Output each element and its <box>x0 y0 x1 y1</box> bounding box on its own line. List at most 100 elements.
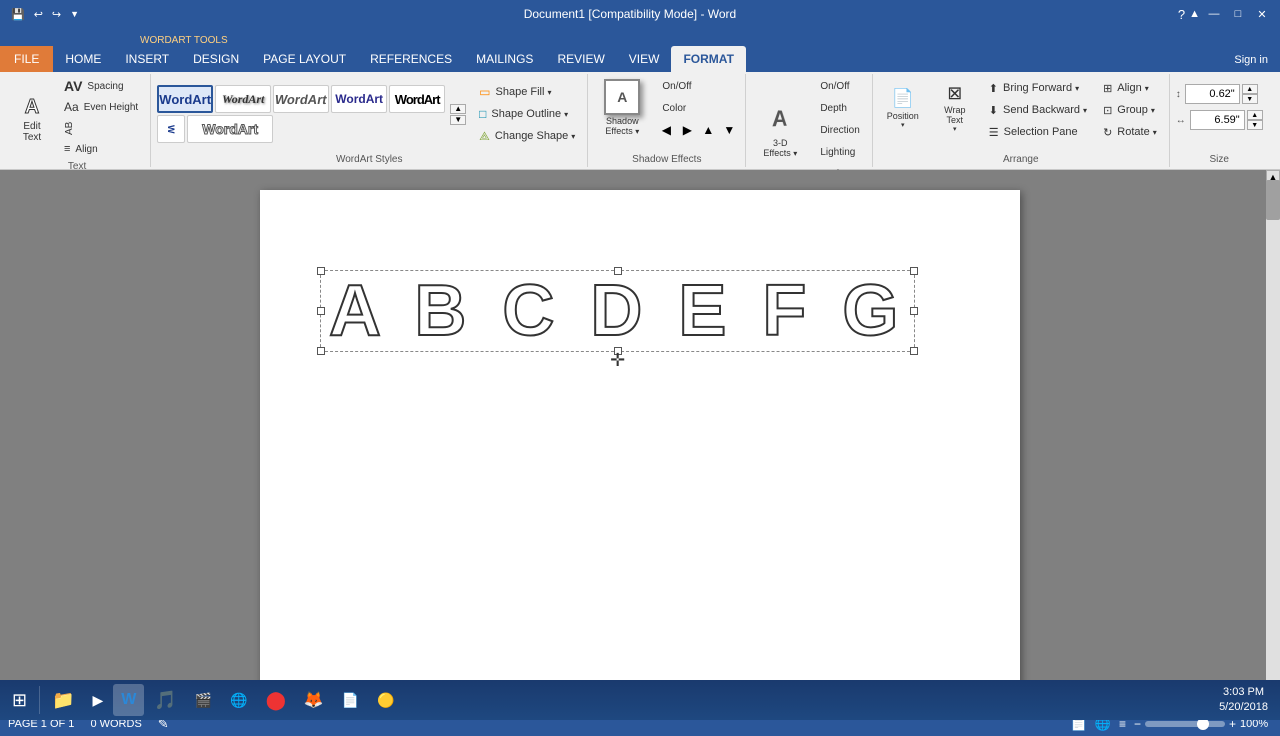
tab-design[interactable]: DESIGN <box>181 46 251 72</box>
3d-direction-button[interactable]: Direction <box>814 120 865 140</box>
wordart-scroll[interactable]: ▲ ▼ <box>450 104 466 125</box>
width-down[interactable]: ▼ <box>1247 120 1263 130</box>
save-icon[interactable]: 💾 <box>8 7 28 22</box>
maximize-button[interactable]: □ <box>1228 6 1248 22</box>
close-button[interactable]: ✕ <box>1252 6 1272 22</box>
help-icon[interactable]: ? <box>1178 7 1185 22</box>
tab-page-layout[interactable]: PAGE LAYOUT <box>251 46 358 72</box>
tab-references[interactable]: REFERENCES <box>358 46 464 72</box>
wordart-style-5[interactable]: WordArt <box>389 85 445 113</box>
wordart-style-2[interactable]: WordArt <box>215 85 271 113</box>
taskbar-video[interactable]: 🎬 <box>187 684 220 716</box>
wordart-style-3[interactable]: WordArt <box>273 85 329 113</box>
taskbar-word[interactable]: W <box>113 684 144 716</box>
wordart-container[interactable]: A B C D E F G ✛ <box>320 270 915 352</box>
height-input[interactable] <box>1185 84 1240 104</box>
redo-icon[interactable]: ↪ <box>49 7 64 22</box>
change-shape-button[interactable]: ⟁ Change Shape ▾ <box>473 126 581 146</box>
shadow-color-button[interactable]: Color <box>656 98 739 118</box>
wordart-style-4[interactable]: WordArt <box>331 85 387 113</box>
minimize-button[interactable]: — <box>1204 6 1224 22</box>
taskbar: ⊞ 📁 ▶ W 🎵 🎬 🌐 ⬤ 🦊 📄 🟡 3:03 PM 5/20/2018 <box>0 680 1280 720</box>
handle-mr[interactable] <box>910 307 918 315</box>
tab-view[interactable]: VIEW <box>617 46 672 72</box>
taskbar-unknown-1[interactable]: 🎵 <box>146 684 184 716</box>
shadow-nudge-down[interactable]: ▼ <box>719 120 739 140</box>
tab-format[interactable]: FORMAT <box>671 46 745 72</box>
taskbar-media-player[interactable]: ▶ <box>85 684 112 716</box>
scroll-thumb[interactable] <box>1266 180 1280 220</box>
width-spinner[interactable]: ▲ ▼ <box>1247 110 1263 130</box>
handle-ml[interactable] <box>317 307 325 315</box>
handle-tl[interactable] <box>317 267 325 275</box>
undo-icon[interactable]: ↩ <box>31 7 46 22</box>
height-spinner[interactable]: ▲ ▼ <box>1242 84 1258 104</box>
wordart-styles-label: WordArt Styles <box>336 152 403 165</box>
handle-br[interactable] <box>910 347 918 355</box>
size-label: Size <box>1209 152 1228 165</box>
customize-icon[interactable]: ▼ <box>67 8 82 20</box>
threed-effects-button[interactable]: A 3-DEffects ▾ <box>752 98 808 162</box>
taskbar-unknown-3[interactable]: 🟡 <box>369 684 402 716</box>
3d-depth-button[interactable]: Depth <box>814 98 865 118</box>
vertical-scrollbar[interactable]: ▲ ▼ <box>1266 170 1280 712</box>
handle-tr[interactable] <box>910 267 918 275</box>
align-button[interactable]: ⊞ Align ▾ <box>1097 78 1163 98</box>
3d-on-off-button[interactable]: On/Off <box>814 76 865 96</box>
shadow-on-off-button[interactable]: On/Off <box>656 76 739 96</box>
ribbon-group-wordart-styles: WordArt WordArt WordArt WordArt WordArt <box>151 74 588 167</box>
wrap-text-button[interactable]: ⊠ WrapText ▾ <box>931 76 979 140</box>
scroll-up-btn[interactable]: ▲ <box>450 104 466 114</box>
width-up[interactable]: ▲ <box>1247 110 1263 120</box>
align-text-button[interactable]: ≡ Align <box>58 139 144 159</box>
start-button[interactable]: ⊞ <box>4 684 35 716</box>
cursor-crosshair: ✛ <box>610 350 625 371</box>
send-backward-button[interactable]: ⬇ Send Backward ▾ <box>983 100 1093 120</box>
change-shape-dropdown[interactable]: ▾ <box>571 132 575 141</box>
3d-lighting-button[interactable]: Lighting <box>814 142 865 162</box>
quick-access-toolbar[interactable]: 💾 ↩ ↪ ▼ <box>8 7 82 22</box>
window-controls[interactable]: — □ ✕ <box>1204 6 1272 22</box>
height-up[interactable]: ▲ <box>1242 84 1258 94</box>
zoom-slider[interactable] <box>1145 721 1225 727</box>
wordart-style-1[interactable]: WordArt <box>157 85 213 113</box>
handle-tm[interactable] <box>614 267 622 275</box>
shadow-nudge-up[interactable]: ▲ <box>698 120 718 140</box>
taskbar-unknown-2[interactable]: ⬤ <box>258 684 294 716</box>
shape-outline-button[interactable]: □ Shape Outline ▾ <box>473 104 581 124</box>
tab-insert[interactable]: INSERT <box>113 46 181 72</box>
sign-in-link[interactable]: Sign in <box>1234 54 1280 72</box>
tab-home[interactable]: HOME <box>53 46 113 72</box>
taskbar-firefox[interactable]: 🦊 <box>296 684 332 716</box>
wordart-style-vertical[interactable]: W <box>157 115 185 143</box>
width-input[interactable] <box>1190 110 1245 130</box>
taskbar-pdf[interactable]: 📄 <box>334 684 367 716</box>
bring-forward-button[interactable]: ⬆ Bring Forward ▾ <box>983 78 1093 98</box>
selection-pane-button[interactable]: ☰ Selection Pane <box>983 122 1093 142</box>
group-button[interactable]: ⊡ Group ▾ <box>1097 100 1163 120</box>
bring-forward-dropdown[interactable]: ▾ <box>1075 84 1079 93</box>
scroll-down-btn[interactable]: ▼ <box>450 115 466 125</box>
shadow-nudge-left[interactable]: ◀ <box>656 120 676 140</box>
wordart-style-6[interactable]: WordArt <box>187 115 273 143</box>
tab-review[interactable]: REVIEW <box>545 46 616 72</box>
taskbar-browser-1[interactable]: 🌐 <box>222 684 255 716</box>
taskbar-explorer[interactable]: 📁 <box>44 684 82 716</box>
shape-fill-dropdown[interactable]: ▾ <box>547 88 551 97</box>
shadow-nudge-right[interactable]: ▶ <box>677 120 697 140</box>
tab-file[interactable]: FILE <box>0 46 53 72</box>
height-down[interactable]: ▼ <box>1242 94 1258 104</box>
vertical-text-button[interactable]: ABC <box>58 118 144 138</box>
shadow-effects-button[interactable]: A ShadowEffects ▾ <box>594 76 650 140</box>
handle-bl[interactable] <box>317 347 325 355</box>
tab-mailings[interactable]: MAILINGS <box>464 46 545 72</box>
even-height-button[interactable]: Aa Even Height <box>58 97 144 117</box>
position-button[interactable]: 📄 Position ▾ <box>879 76 927 140</box>
send-backward-dropdown[interactable]: ▾ <box>1083 106 1087 115</box>
ribbon-toggle-icon[interactable]: ▲ <box>1189 8 1200 20</box>
spacing-button[interactable]: AV Spacing <box>58 76 144 96</box>
shape-outline-dropdown[interactable]: ▾ <box>564 110 568 119</box>
rotate-button[interactable]: ↻ Rotate ▾ <box>1097 122 1163 142</box>
edit-text-button[interactable]: A Edit Text <box>10 86 54 150</box>
shape-fill-button[interactable]: ▭ Shape Fill ▾ <box>473 82 581 102</box>
